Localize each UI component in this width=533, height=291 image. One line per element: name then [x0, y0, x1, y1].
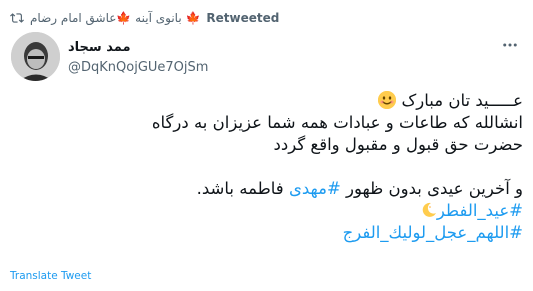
- tweet-line-4: و آخرین عیدی بدون ظهور #مهدی فاطمه باشد.: [20, 178, 523, 200]
- smiling-face-emoji-icon: [378, 91, 397, 109]
- tweet-line-2: انشالله که طاعات و عبادات همه شما عزیزان…: [151, 113, 523, 132]
- tweet-card[interactable]: بانوی آینه 🍁عاشق امام رضام 🍁 Retweeted م…: [0, 0, 533, 291]
- crescent-moon-emoji-icon: [421, 202, 437, 218]
- tweet-text: عـــــید تان مبارک انشالله که طاعات و عب…: [20, 90, 523, 244]
- hashtag-eid-fitr-link[interactable]: #عید_الفطر: [437, 201, 523, 220]
- author-handle[interactable]: @DqKnQojGUe7OjSm: [68, 59, 493, 77]
- avatar-image: [11, 32, 60, 81]
- avatar[interactable]: [11, 32, 60, 81]
- tweet-line-3: حضرت حق قبول و مقبول واقع گردد: [273, 135, 523, 154]
- tweet-line-4-after: فاطمه باشد.: [196, 179, 289, 198]
- hashtag-allahumma-link[interactable]: #اللهم_عجل_لولیك_الفرج: [343, 223, 523, 242]
- retweeter-names[interactable]: بانوی آینه 🍁عاشق امام رضام 🍁: [30, 11, 200, 25]
- hashtag-mahdi-link[interactable]: #مهدی: [289, 179, 341, 198]
- tweet-header: ممد سجاد @DqKnQojGUe7OjSm: [68, 39, 493, 77]
- more-horizontal-icon[interactable]: [499, 34, 521, 56]
- retweet-icon: [10, 13, 24, 23]
- tweet-line-6: #اللهم_عجل_لولیك_الفرج: [20, 222, 523, 244]
- author-name[interactable]: ممد سجاد: [68, 39, 493, 57]
- retweeted-label: Retweeted: [206, 11, 280, 25]
- tweet-line-4-before: و آخرین عیدی بدون ظهور: [340, 179, 523, 198]
- tweet-line-5: #عید_الفطر: [20, 200, 523, 222]
- tweet-line-1: عـــــید تان مبارک: [20, 90, 523, 112]
- retweet-context: بانوی آینه 🍁عاشق امام رضام 🍁 Retweeted: [10, 11, 279, 25]
- tweet-line-1-text: عـــــید تان مبارک: [401, 91, 523, 110]
- more-icon-glyph: [503, 43, 517, 47]
- translate-tweet-link[interactable]: Translate Tweet: [10, 270, 91, 282]
